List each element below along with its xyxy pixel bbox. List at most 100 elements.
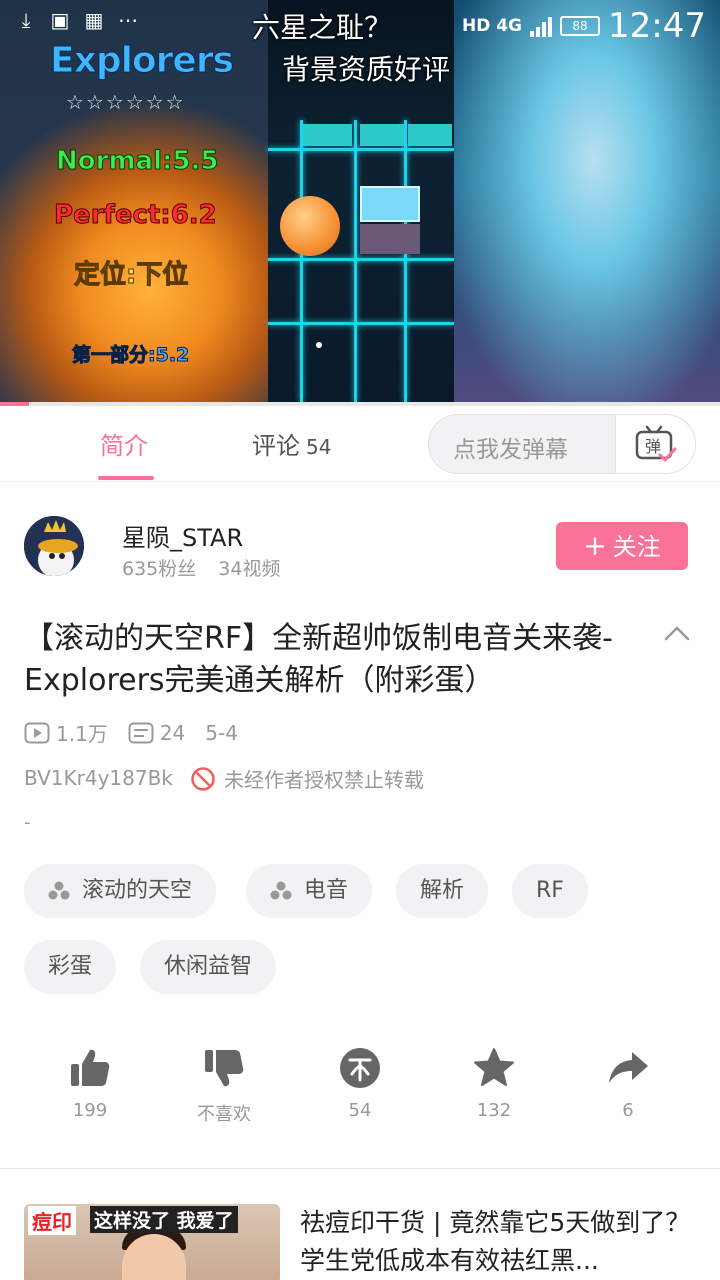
dislike-label: 不喜欢 — [197, 1104, 251, 1125]
tag-label: 滚动的天空 — [82, 878, 193, 903]
avatar-image — [24, 516, 84, 576]
view-count: 1.1万 — [56, 722, 108, 746]
clock: 12:47 — [608, 6, 706, 46]
network-indicator: HD 4G — [461, 16, 523, 36]
tag-label: 电音 — [304, 878, 349, 903]
bvid: BV1Kr4y187Bk — [24, 766, 173, 790]
overlay-part-rating: 第一部分:5.2 — [71, 344, 190, 367]
overlay-stars: ☆☆☆☆☆☆ — [66, 90, 186, 114]
section-divider — [0, 1168, 720, 1169]
tab-comments-count: 54 — [306, 435, 332, 459]
star-icon — [474, 1048, 514, 1086]
thumbs-down-icon — [205, 1050, 244, 1087]
danmaku-button-label: 弹 — [645, 437, 661, 456]
tab-active-indicator — [98, 476, 154, 480]
game-block — [360, 186, 420, 222]
tag-label: 彩蛋 — [48, 954, 93, 979]
tag-label: 解析 — [420, 878, 465, 903]
video-description: - — [24, 812, 31, 833]
coin-icon — [340, 1048, 380, 1088]
video-player[interactable]: Explorers ☆☆☆☆☆☆ Normal:5.5 Perfect:6.2 … — [0, 0, 720, 402]
tag-chip[interactable]: 电音 — [246, 864, 373, 918]
video-stats: 1.1万 24 5-4 — [24, 718, 238, 747]
follow-button[interactable]: + 关注 — [556, 522, 688, 570]
thumbnail-caption: 痘印 — [28, 1206, 76, 1235]
overlay-title: Explorers — [49, 40, 234, 82]
chevron-up-icon[interactable] — [664, 624, 690, 642]
tag-label: RF — [536, 878, 564, 903]
game-tile — [360, 124, 406, 146]
game-grid-line — [354, 120, 357, 402]
status-bar-system: HD 4G 88 12:47 — [462, 6, 706, 46]
danmaku-tv-icon: 弹 — [635, 425, 677, 462]
plus-icon: + — [583, 529, 607, 562]
copyright-notice: 未经作者授权禁止转载 — [190, 764, 424, 793]
tab-intro-label: 简介 — [100, 432, 148, 460]
author-videos: 34视频 — [218, 558, 281, 580]
tab-comments[interactable]: 评论 54 — [252, 426, 331, 461]
game-tile — [300, 124, 352, 146]
video-frame-right — [454, 0, 720, 402]
battery-icon: 88 — [560, 16, 601, 36]
tag-chip[interactable]: 休闲益智 — [140, 940, 277, 994]
recommendation-title[interactable]: 祛痘印干货 | 竟然靠它5天做到了？ 学生党低成本有效祛红黑... — [300, 1204, 700, 1280]
game-ball — [280, 196, 340, 256]
coin-button[interactable]: 54 — [310, 1046, 410, 1121]
channel-icon — [48, 881, 70, 900]
game-grid-line — [268, 258, 454, 261]
signal-icon — [530, 15, 553, 37]
author-meta: 635粉丝 34视频 — [122, 554, 280, 581]
author-fans: 635粉丝 — [122, 558, 197, 580]
apps-icon: ▦ — [84, 8, 104, 32]
detail-tabs: 简介 评论 54 点我发弹幕 弹 — [0, 406, 720, 482]
forbidden-icon — [191, 766, 215, 791]
game-grid-line — [404, 120, 407, 402]
overlay-position: 定位:下位 — [73, 260, 189, 291]
publish-date: 5-4 — [205, 720, 238, 745]
share-arrow-icon — [609, 1052, 648, 1083]
follow-label: 关注 — [612, 533, 661, 561]
game-grid-line — [268, 322, 454, 325]
game-tile — [408, 124, 452, 146]
tag-chip[interactable]: RF — [512, 864, 588, 918]
avatar[interactable] — [24, 516, 84, 576]
like-count: 199 — [72, 1100, 108, 1121]
image-icon: ▣ — [50, 8, 70, 32]
tab-intro[interactable]: 简介 — [100, 426, 148, 461]
play-count-icon — [24, 722, 50, 743]
overlay-perfect-rating: Perfect:6.2 — [54, 200, 218, 231]
danmaku-count-icon — [128, 722, 154, 743]
status-bar-notifications: ⤓ ▣ ▦ ⋯ — [14, 8, 140, 32]
tag-chip[interactable]: 解析 — [396, 864, 489, 918]
favorite-button[interactable]: 132 — [444, 1046, 544, 1121]
danmaku-comment: 背景资质好评 — [282, 53, 451, 86]
download-icon: ⤓ — [21, 8, 31, 32]
share-button[interactable]: 6 — [578, 1046, 678, 1121]
author-name[interactable]: 星陨_STAR — [122, 518, 243, 553]
game-grid-line — [300, 120, 303, 402]
danmaku-placeholder: 点我发弹幕 — [453, 437, 568, 463]
like-button[interactable]: 199 — [40, 1046, 140, 1121]
share-count: 6 — [622, 1100, 634, 1121]
game-grid-line — [268, 148, 454, 151]
game-block — [360, 224, 420, 254]
channel-icon — [270, 881, 292, 900]
coin-count: 54 — [348, 1100, 372, 1121]
danmaku-input[interactable]: 点我发弹幕 弹 — [428, 414, 696, 474]
dislike-button[interactable]: 不喜欢 — [174, 1046, 274, 1126]
tag-label: 休闲益智 — [164, 954, 253, 979]
thumbnail-caption: 这样没了 我爱了 — [90, 1206, 238, 1233]
tag-chip[interactable]: 彩蛋 — [24, 940, 117, 994]
danmaku-toggle-button[interactable]: 弹 — [615, 415, 695, 473]
tab-comments-label: 评论 — [252, 432, 300, 460]
video-dot — [316, 342, 322, 348]
copyright-text: 未经作者授权禁止转载 — [224, 768, 424, 792]
thumbs-up-icon — [71, 1049, 110, 1086]
overlay-normal-rating: Normal:5.5 — [55, 146, 219, 177]
favorite-count: 132 — [476, 1100, 512, 1121]
more-icon: ⋯ — [118, 8, 138, 32]
tag-chip[interactable]: 滚动的天空 — [24, 864, 217, 918]
video-title: 【滚动的天空RF】全新超帅饭制电音关来袭-Explorers完美通关解析（附彩蛋… — [24, 621, 613, 698]
danmaku-count: 24 — [159, 720, 186, 745]
recommendation-thumbnail[interactable]: 痘印 这样没了 我爱了 — [24, 1204, 280, 1280]
